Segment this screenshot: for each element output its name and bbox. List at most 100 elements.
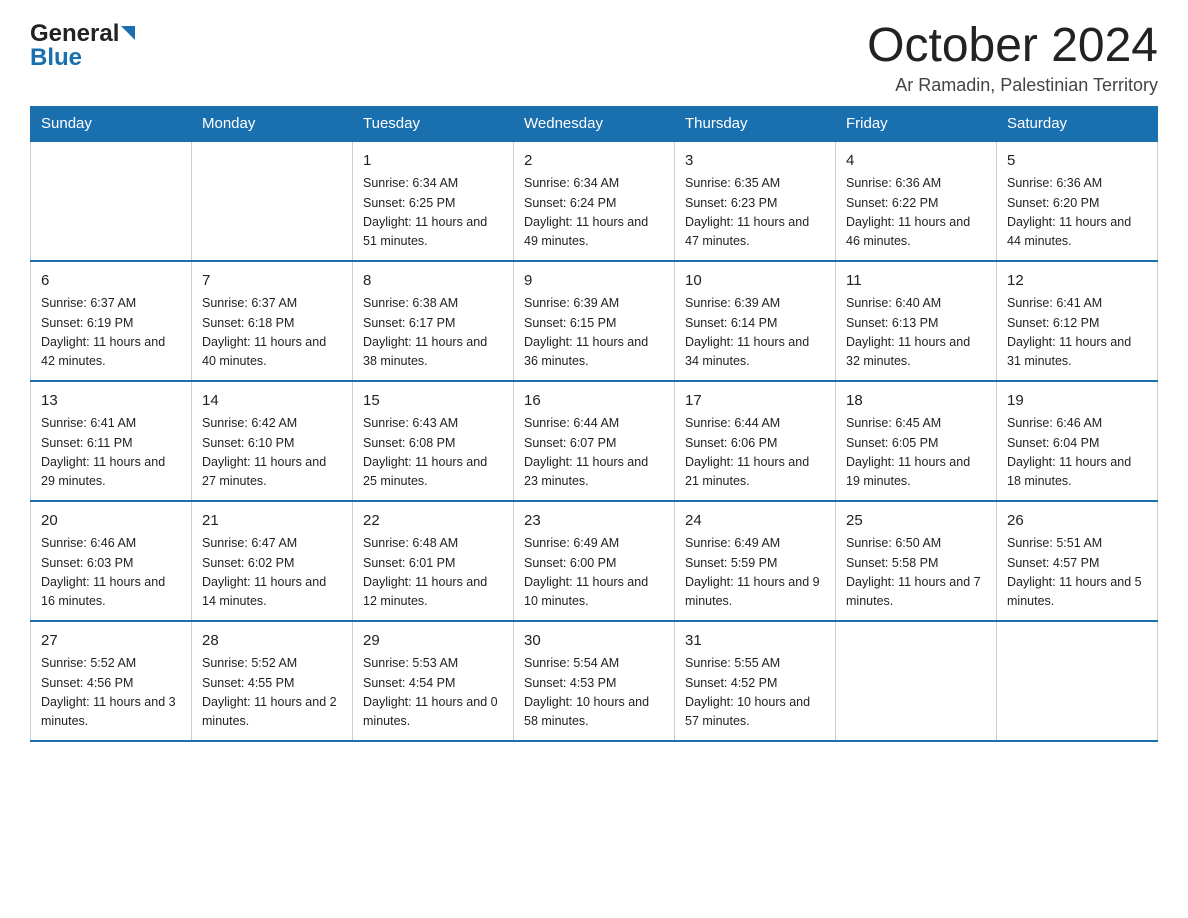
day-info: Sunrise: 6:44 AMSunset: 6:07 PMDaylight:… bbox=[524, 414, 664, 492]
day-number: 7 bbox=[202, 270, 342, 293]
calendar-cell: 23Sunrise: 6:49 AMSunset: 6:00 PMDayligh… bbox=[514, 501, 675, 621]
calendar-cell: 1Sunrise: 6:34 AMSunset: 6:25 PMDaylight… bbox=[353, 141, 514, 261]
calendar-table: SundayMondayTuesdayWednesdayThursdayFrid… bbox=[30, 106, 1158, 742]
day-info: Sunrise: 6:37 AMSunset: 6:19 PMDaylight:… bbox=[41, 294, 181, 372]
calendar-cell: 31Sunrise: 5:55 AMSunset: 4:52 PMDayligh… bbox=[675, 621, 836, 741]
calendar-cell: 24Sunrise: 6:49 AMSunset: 5:59 PMDayligh… bbox=[675, 501, 836, 621]
day-info: Sunrise: 6:47 AMSunset: 6:02 PMDaylight:… bbox=[202, 534, 342, 612]
calendar-cell: 22Sunrise: 6:48 AMSunset: 6:01 PMDayligh… bbox=[353, 501, 514, 621]
day-number: 4 bbox=[846, 150, 986, 173]
calendar-cell bbox=[997, 621, 1158, 741]
day-info: Sunrise: 6:38 AMSunset: 6:17 PMDaylight:… bbox=[363, 294, 503, 372]
calendar-cell: 25Sunrise: 6:50 AMSunset: 5:58 PMDayligh… bbox=[836, 501, 997, 621]
calendar-cell: 30Sunrise: 5:54 AMSunset: 4:53 PMDayligh… bbox=[514, 621, 675, 741]
day-number: 12 bbox=[1007, 270, 1147, 293]
day-number: 27 bbox=[41, 630, 181, 653]
calendar-cell: 28Sunrise: 5:52 AMSunset: 4:55 PMDayligh… bbox=[192, 621, 353, 741]
calendar-header-row: SundayMondayTuesdayWednesdayThursdayFrid… bbox=[31, 106, 1158, 141]
day-number: 8 bbox=[363, 270, 503, 293]
day-number: 23 bbox=[524, 510, 664, 533]
logo-blue-text: Blue bbox=[30, 44, 82, 72]
day-info: Sunrise: 6:50 AMSunset: 5:58 PMDaylight:… bbox=[846, 534, 986, 612]
day-number: 20 bbox=[41, 510, 181, 533]
calendar-cell: 15Sunrise: 6:43 AMSunset: 6:08 PMDayligh… bbox=[353, 381, 514, 501]
day-number: 16 bbox=[524, 390, 664, 413]
calendar-cell: 8Sunrise: 6:38 AMSunset: 6:17 PMDaylight… bbox=[353, 261, 514, 381]
day-number: 29 bbox=[363, 630, 503, 653]
page-header: General Blue October 2024 Ar Ramadin, Pa… bbox=[30, 20, 1158, 96]
calendar-cell: 26Sunrise: 5:51 AMSunset: 4:57 PMDayligh… bbox=[997, 501, 1158, 621]
day-header-friday: Friday bbox=[836, 106, 997, 141]
calendar-week-3: 13Sunrise: 6:41 AMSunset: 6:11 PMDayligh… bbox=[31, 381, 1158, 501]
calendar-cell: 6Sunrise: 6:37 AMSunset: 6:19 PMDaylight… bbox=[31, 261, 192, 381]
calendar-cell: 7Sunrise: 6:37 AMSunset: 6:18 PMDaylight… bbox=[192, 261, 353, 381]
calendar-cell: 4Sunrise: 6:36 AMSunset: 6:22 PMDaylight… bbox=[836, 141, 997, 261]
day-header-thursday: Thursday bbox=[675, 106, 836, 141]
day-number: 11 bbox=[846, 270, 986, 293]
day-info: Sunrise: 6:42 AMSunset: 6:10 PMDaylight:… bbox=[202, 414, 342, 492]
day-number: 21 bbox=[202, 510, 342, 533]
calendar-cell: 5Sunrise: 6:36 AMSunset: 6:20 PMDaylight… bbox=[997, 141, 1158, 261]
day-info: Sunrise: 6:43 AMSunset: 6:08 PMDaylight:… bbox=[363, 414, 503, 492]
day-info: Sunrise: 6:45 AMSunset: 6:05 PMDaylight:… bbox=[846, 414, 986, 492]
day-number: 17 bbox=[685, 390, 825, 413]
day-info: Sunrise: 5:53 AMSunset: 4:54 PMDaylight:… bbox=[363, 654, 503, 732]
day-info: Sunrise: 6:34 AMSunset: 6:25 PMDaylight:… bbox=[363, 174, 503, 252]
day-number: 26 bbox=[1007, 510, 1147, 533]
calendar-cell: 20Sunrise: 6:46 AMSunset: 6:03 PMDayligh… bbox=[31, 501, 192, 621]
day-number: 1 bbox=[363, 150, 503, 173]
calendar-cell: 21Sunrise: 6:47 AMSunset: 6:02 PMDayligh… bbox=[192, 501, 353, 621]
day-info: Sunrise: 6:35 AMSunset: 6:23 PMDaylight:… bbox=[685, 174, 825, 252]
calendar-cell bbox=[31, 141, 192, 261]
calendar-cell: 3Sunrise: 6:35 AMSunset: 6:23 PMDaylight… bbox=[675, 141, 836, 261]
day-header-monday: Monday bbox=[192, 106, 353, 141]
day-info: Sunrise: 6:44 AMSunset: 6:06 PMDaylight:… bbox=[685, 414, 825, 492]
day-info: Sunrise: 5:55 AMSunset: 4:52 PMDaylight:… bbox=[685, 654, 825, 732]
calendar-cell: 18Sunrise: 6:45 AMSunset: 6:05 PMDayligh… bbox=[836, 381, 997, 501]
calendar-cell: 14Sunrise: 6:42 AMSunset: 6:10 PMDayligh… bbox=[192, 381, 353, 501]
day-info: Sunrise: 5:54 AMSunset: 4:53 PMDaylight:… bbox=[524, 654, 664, 732]
day-info: Sunrise: 5:51 AMSunset: 4:57 PMDaylight:… bbox=[1007, 534, 1147, 612]
day-info: Sunrise: 6:46 AMSunset: 6:03 PMDaylight:… bbox=[41, 534, 181, 612]
day-number: 3 bbox=[685, 150, 825, 173]
day-number: 25 bbox=[846, 510, 986, 533]
calendar-week-4: 20Sunrise: 6:46 AMSunset: 6:03 PMDayligh… bbox=[31, 501, 1158, 621]
day-info: Sunrise: 6:39 AMSunset: 6:15 PMDaylight:… bbox=[524, 294, 664, 372]
day-info: Sunrise: 6:34 AMSunset: 6:24 PMDaylight:… bbox=[524, 174, 664, 252]
day-number: 30 bbox=[524, 630, 664, 653]
day-number: 15 bbox=[363, 390, 503, 413]
calendar-week-5: 27Sunrise: 5:52 AMSunset: 4:56 PMDayligh… bbox=[31, 621, 1158, 741]
day-number: 10 bbox=[685, 270, 825, 293]
day-info: Sunrise: 6:48 AMSunset: 6:01 PMDaylight:… bbox=[363, 534, 503, 612]
calendar-cell: 11Sunrise: 6:40 AMSunset: 6:13 PMDayligh… bbox=[836, 261, 997, 381]
day-header-wednesday: Wednesday bbox=[514, 106, 675, 141]
day-header-sunday: Sunday bbox=[31, 106, 192, 141]
calendar-cell: 13Sunrise: 6:41 AMSunset: 6:11 PMDayligh… bbox=[31, 381, 192, 501]
calendar-cell: 12Sunrise: 6:41 AMSunset: 6:12 PMDayligh… bbox=[997, 261, 1158, 381]
calendar-cell bbox=[192, 141, 353, 261]
logo-triangle-icon bbox=[121, 26, 135, 40]
calendar-cell: 19Sunrise: 6:46 AMSunset: 6:04 PMDayligh… bbox=[997, 381, 1158, 501]
day-number: 31 bbox=[685, 630, 825, 653]
logo: General Blue bbox=[30, 20, 135, 72]
day-number: 2 bbox=[524, 150, 664, 173]
calendar-cell: 29Sunrise: 5:53 AMSunset: 4:54 PMDayligh… bbox=[353, 621, 514, 741]
day-info: Sunrise: 6:41 AMSunset: 6:12 PMDaylight:… bbox=[1007, 294, 1147, 372]
day-number: 9 bbox=[524, 270, 664, 293]
day-info: Sunrise: 6:41 AMSunset: 6:11 PMDaylight:… bbox=[41, 414, 181, 492]
day-info: Sunrise: 6:36 AMSunset: 6:20 PMDaylight:… bbox=[1007, 174, 1147, 252]
day-number: 18 bbox=[846, 390, 986, 413]
calendar-cell: 10Sunrise: 6:39 AMSunset: 6:14 PMDayligh… bbox=[675, 261, 836, 381]
calendar-cell: 27Sunrise: 5:52 AMSunset: 4:56 PMDayligh… bbox=[31, 621, 192, 741]
day-header-tuesday: Tuesday bbox=[353, 106, 514, 141]
day-number: 19 bbox=[1007, 390, 1147, 413]
day-info: Sunrise: 6:40 AMSunset: 6:13 PMDaylight:… bbox=[846, 294, 986, 372]
day-number: 14 bbox=[202, 390, 342, 413]
day-info: Sunrise: 5:52 AMSunset: 4:56 PMDaylight:… bbox=[41, 654, 181, 732]
title-section: October 2024 Ar Ramadin, Palestinian Ter… bbox=[867, 20, 1158, 96]
day-info: Sunrise: 6:39 AMSunset: 6:14 PMDaylight:… bbox=[685, 294, 825, 372]
day-header-saturday: Saturday bbox=[997, 106, 1158, 141]
calendar-cell bbox=[836, 621, 997, 741]
day-number: 28 bbox=[202, 630, 342, 653]
day-info: Sunrise: 5:52 AMSunset: 4:55 PMDaylight:… bbox=[202, 654, 342, 732]
